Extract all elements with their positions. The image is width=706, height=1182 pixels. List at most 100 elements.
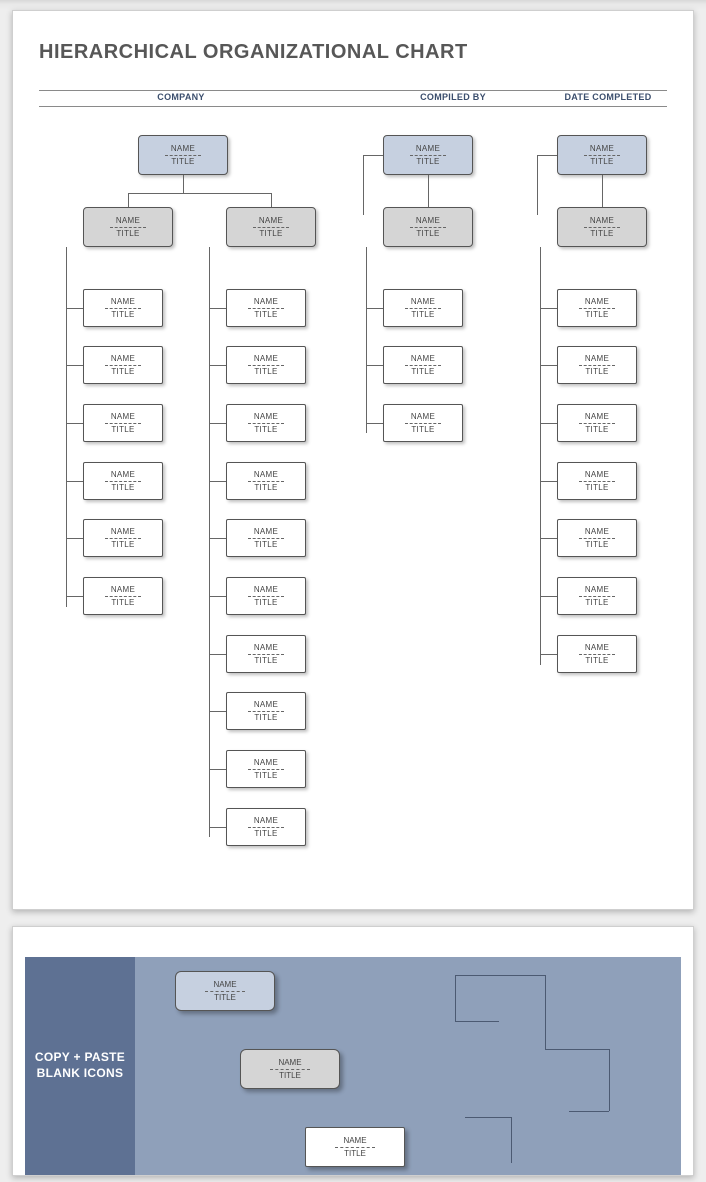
leaf-card-c-2[interactable]: NAMETITLE	[383, 404, 463, 442]
leaf-card-b-5[interactable]: NAMETITLE	[226, 577, 306, 615]
mid-card-a[interactable]: NAME TITLE	[83, 207, 173, 247]
card-title: TITLE	[279, 1071, 301, 1080]
card-title: TITLE	[585, 483, 608, 492]
card-title: TITLE	[254, 310, 277, 319]
connector-line	[545, 1049, 609, 1050]
connector-line	[66, 423, 83, 424]
leaf-card-d-3[interactable]: NAMETITLE	[557, 462, 637, 500]
leaf-card-b-3[interactable]: NAMETITLE	[226, 462, 306, 500]
card-divider	[205, 991, 245, 992]
card-name: NAME	[254, 758, 278, 767]
header-compiled-by: COMPILED BY	[393, 92, 513, 102]
card-name: NAME	[111, 297, 135, 306]
top-card-c[interactable]: NAMETITLE	[383, 135, 473, 175]
connector-line	[366, 308, 383, 309]
card-title: TITLE	[111, 310, 134, 319]
leaf-card-d-6[interactable]: NAMETITLE	[557, 635, 637, 673]
card-divider	[405, 423, 441, 424]
leaf-card-b-0[interactable]: NAMETITLE	[226, 289, 306, 327]
card-title: TITLE	[259, 229, 282, 238]
leaf-card-a-1[interactable]: NAMETITLE	[83, 346, 163, 384]
leaf-card-b-8[interactable]: NAME TITLE	[226, 750, 306, 788]
connector-line	[209, 538, 226, 539]
connector-line	[366, 247, 367, 433]
connector-line	[511, 1117, 512, 1163]
card-name: NAME	[590, 216, 614, 225]
card-name: NAME	[116, 216, 140, 225]
connector-line	[66, 365, 83, 366]
leaf-card-d-0[interactable]: NAMETITLE	[557, 289, 637, 327]
card-divider	[410, 155, 446, 156]
card-divider	[248, 596, 284, 597]
card-divider	[335, 1147, 375, 1148]
top-card-d[interactable]: NAMETITLE	[557, 135, 647, 175]
mid-card-c[interactable]: NAMETITLE	[383, 207, 473, 247]
card-divider	[110, 227, 146, 228]
leaf-card-b-1[interactable]: NAMETITLE	[226, 346, 306, 384]
card-divider	[410, 227, 446, 228]
top-card-a[interactable]: NAMETITLE	[138, 135, 228, 175]
leaf-card-d-4[interactable]: NAMETITLE	[557, 519, 637, 557]
leaf-card-a-4[interactable]: NAMETITLE	[83, 519, 163, 557]
leaf-card-a-3[interactable]: NAMETITLE	[83, 462, 163, 500]
connector-line	[66, 308, 83, 309]
card-name: NAME	[585, 297, 609, 306]
leaf-card-d-5[interactable]: NAMETITLE	[557, 577, 637, 615]
connector-line	[209, 423, 226, 424]
connector-line	[66, 247, 67, 607]
leaf-card-b-4[interactable]: NAMETITLE	[226, 519, 306, 557]
card-divider	[270, 1069, 310, 1070]
card-title: TITLE	[411, 310, 434, 319]
card-name: NAME	[254, 585, 278, 594]
connector-line	[209, 365, 226, 366]
leaf-card-d-1[interactable]: NAMETITLE	[557, 346, 637, 384]
leaf-card-b-6[interactable]: NAMETITLE	[226, 635, 306, 673]
leaf-card-c-1[interactable]: NAMETITLE	[383, 346, 463, 384]
copy-paste-label: COPY + PASTE BLANK ICONS	[25, 957, 135, 1175]
leaf-card-a-2[interactable]: NAMETITLE	[83, 404, 163, 442]
sample-card-blue[interactable]: NAME TITLE	[175, 971, 275, 1011]
card-divider	[105, 308, 141, 309]
mid-card-b[interactable]: NAMETITLE	[226, 207, 316, 247]
leaf-card-a-5[interactable]: NAMETITLE	[83, 577, 163, 615]
card-divider	[105, 481, 141, 482]
connector-line	[128, 193, 129, 207]
connector-line	[540, 308, 557, 309]
card-divider	[405, 365, 441, 366]
connector-line	[183, 175, 184, 193]
connector-line	[455, 1021, 499, 1022]
card-name: NAME	[585, 585, 609, 594]
card-divider	[248, 654, 284, 655]
page-title: HIERARCHICAL ORGANIZATIONAL CHART	[39, 41, 468, 64]
card-divider	[584, 155, 620, 156]
leaf-card-b-9[interactable]: NAMETITLE	[226, 808, 306, 846]
sample-card-gray[interactable]: NAME TITLE	[240, 1049, 340, 1089]
card-divider	[579, 423, 615, 424]
card-name: NAME	[213, 980, 236, 989]
leaf-card-b-2[interactable]: NAMETITLE	[226, 404, 306, 442]
leaf-card-c-0[interactable]: NAME TITLE	[383, 289, 463, 327]
card-divider	[579, 538, 615, 539]
sample-card-white[interactable]: NAMETITLE	[305, 1127, 405, 1167]
connector-line	[540, 596, 557, 597]
header-rule-bottom	[39, 106, 667, 107]
mid-card-d[interactable]: NAME TITLE	[557, 207, 647, 247]
card-name: NAME	[254, 354, 278, 363]
card-title: TITLE	[254, 771, 277, 780]
connector-line	[540, 481, 557, 482]
card-title: TITLE	[590, 229, 613, 238]
connector-line	[602, 175, 603, 207]
card-title: TITLE	[416, 157, 439, 166]
leaf-card-a-0[interactable]: NAME TITLE	[83, 289, 163, 327]
card-title: TITLE	[214, 993, 236, 1002]
card-divider	[579, 365, 615, 366]
card-name: NAME	[111, 412, 135, 421]
card-name: NAME	[585, 643, 609, 652]
card-divider	[579, 308, 615, 309]
leaf-card-b-7[interactable]: NAMETITLE	[226, 692, 306, 730]
leaf-card-d-2[interactable]: NAMETITLE	[557, 404, 637, 442]
card-name: NAME	[278, 1058, 301, 1067]
card-name: NAME	[411, 297, 435, 306]
card-title: TITLE	[116, 229, 139, 238]
card-title: TITLE	[111, 483, 134, 492]
